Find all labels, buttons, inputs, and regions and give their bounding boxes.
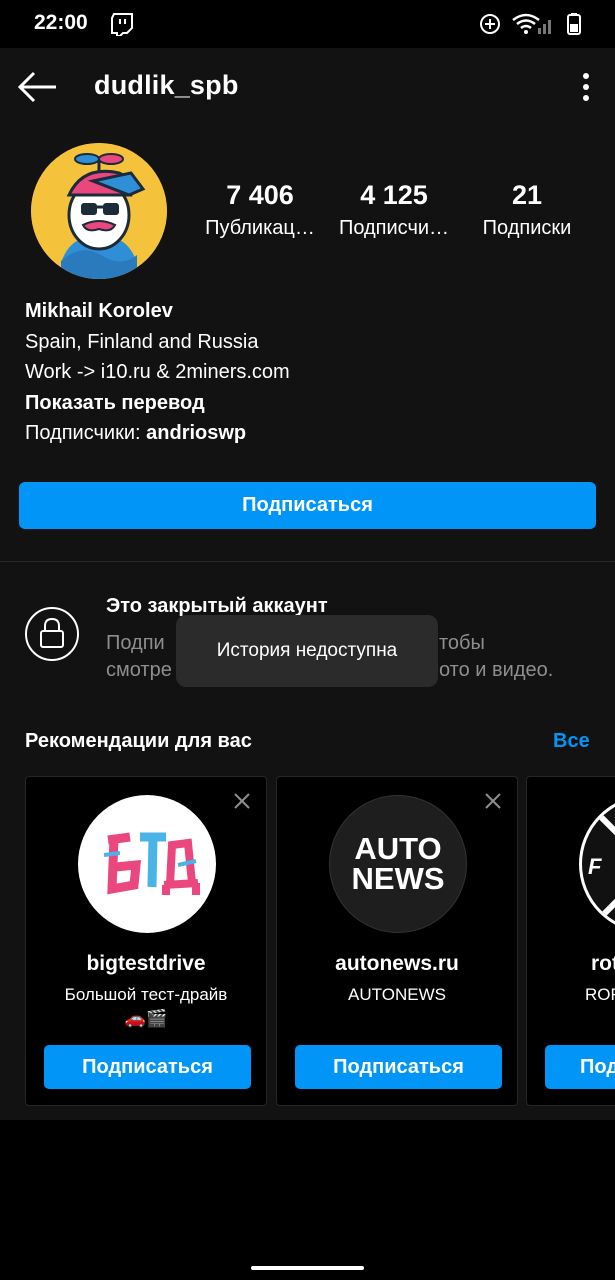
suggestion-username[interactable]: bigtestdrive — [26, 952, 266, 976]
suggestion-avatar[interactable]: AUTO NEWS — [329, 795, 467, 933]
followers-count: 4 125 — [360, 180, 428, 210]
suggestion-username[interactable]: rot — [591, 952, 615, 976]
bio-line: Spain, Finland and Russia — [25, 330, 259, 353]
bio-line: Work -> i10.ru & 2miners.com — [25, 361, 290, 383]
svg-text:F: F — [588, 854, 602, 879]
suggestion-follow-button[interactable]: Подписаться — [44, 1045, 251, 1089]
divider — [0, 561, 615, 562]
followers-stat[interactable]: 4 125 Подписчи… — [333, 180, 455, 240]
suggestion-follow-button[interactable]: Подписаться — [295, 1045, 502, 1089]
partial-logo: F — [582, 798, 615, 930]
profile-bio: Mikhail Korolev Spain, Finland and Russi… — [25, 296, 290, 449]
home-indicator[interactable] — [251, 1266, 364, 1270]
profile-full-name: Mikhail Korolev — [25, 300, 173, 322]
data-saver-icon — [480, 14, 500, 34]
private-desc-fragment: Подпи — [106, 632, 165, 654]
avatar-illustration — [31, 143, 167, 279]
private-desc-fragment: смотре — [106, 659, 172, 681]
close-icon[interactable] — [232, 791, 252, 811]
posts-stat[interactable]: 7 406 Публикац… — [200, 180, 320, 240]
suggestion-card[interactable]: F rot ROR Подп — [526, 776, 615, 1106]
back-arrow-icon[interactable] — [16, 70, 60, 104]
suggestion-avatar[interactable]: F — [579, 795, 615, 933]
private-desc-fragment: тобы — [439, 632, 485, 654]
follow-button[interactable]: Подписаться — [19, 482, 596, 529]
suggestion-card[interactable]: bigtestdrive Большой тест-драйв 🚗🎬 Подпи… — [25, 776, 267, 1106]
suggestion-username[interactable]: autonews.ru — [277, 952, 517, 976]
suggestion-subtitle: AUTONEWS — [348, 985, 446, 1004]
suggestion-avatar[interactable] — [78, 795, 216, 933]
suggestion-emoji: 🚗🎬 — [124, 1009, 168, 1028]
following-count: 21 — [511, 180, 543, 210]
following-label: Подписки — [482, 217, 572, 239]
status-time: 22:00 — [34, 11, 88, 34]
status-bar: 22:00 — [0, 0, 615, 48]
posts-label: Публикац… — [205, 217, 315, 239]
autonews-logo: AUTO NEWS — [330, 831, 466, 896]
suggestion-subtitle: Большой тест-драйв 🚗🎬 — [26, 983, 266, 1031]
close-icon[interactable] — [483, 791, 503, 811]
signal-icon — [538, 20, 551, 34]
autonews-logo-line: AUTO — [354, 831, 442, 866]
private-desc-fragment: ото и видео. — [439, 659, 554, 681]
more-options-icon[interactable] — [572, 70, 600, 104]
suggestion-follow-button[interactable]: Подп — [545, 1045, 615, 1089]
posts-count: 7 406 — [226, 180, 294, 210]
autonews-logo-line: NEWS — [351, 861, 445, 896]
toast-message: История недоступна — [176, 615, 438, 687]
suggestion-subtitle-text: Большой тест-драйв — [64, 985, 228, 1004]
battery-icon — [567, 13, 581, 35]
twitch-icon — [111, 13, 133, 36]
suggestion-subtitle: ROR — [585, 985, 615, 1004]
lock-icon — [25, 607, 79, 661]
show-translation-link[interactable]: Показать перевод — [25, 388, 290, 419]
top-bar: dudlik_spb — [0, 48, 615, 128]
btd-logo — [103, 832, 200, 895]
followed-by-prefix: Подписчики: — [25, 422, 147, 444]
see-all-link[interactable]: Все — [553, 730, 590, 753]
followers-label: Подписчи… — [338, 217, 450, 239]
following-stat[interactable]: 21 Подписки — [474, 180, 580, 240]
lock-glyph — [40, 617, 64, 648]
followed-by-user[interactable]: andrioswp — [146, 422, 246, 444]
suggestion-card[interactable]: AUTO NEWS autonews.ru AUTONEWS Подписать… — [276, 776, 518, 1106]
recommendations-title: Рекомендации для вас — [25, 730, 252, 752]
profile-username: dudlik_spb — [94, 70, 239, 100]
followed-by[interactable]: Подписчики: andrioswp — [25, 418, 290, 449]
profile-avatar[interactable] — [31, 143, 167, 279]
